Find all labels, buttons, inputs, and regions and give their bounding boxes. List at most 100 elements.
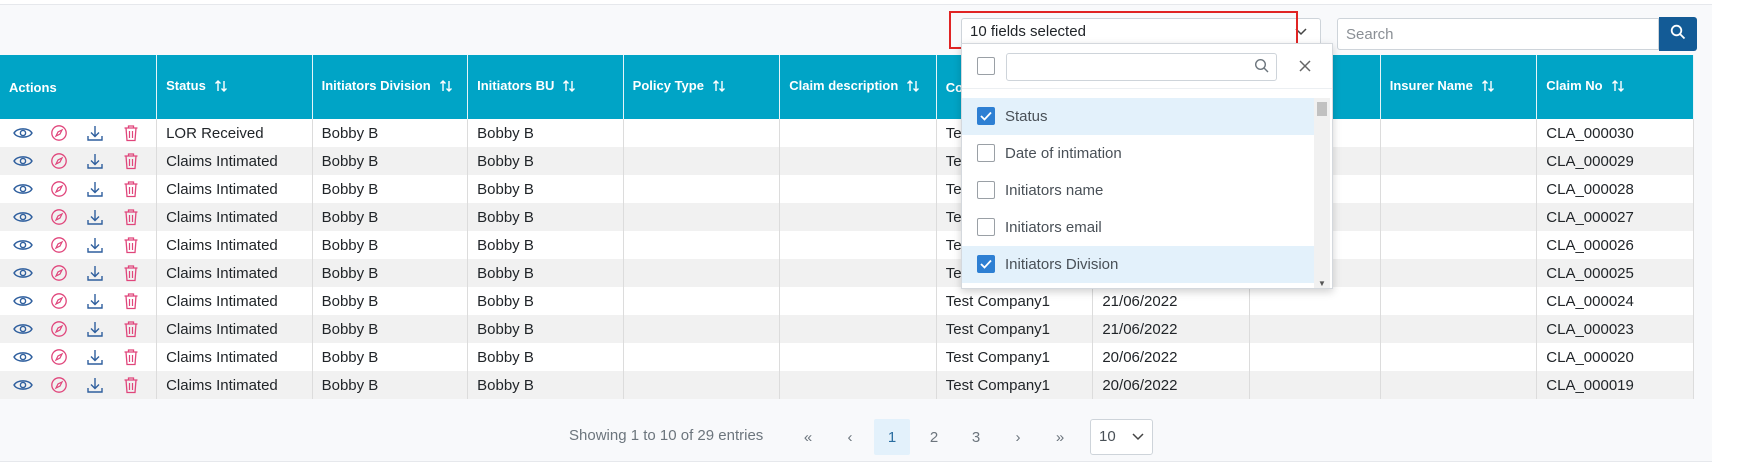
option-checkbox[interactable] (977, 255, 995, 273)
trash-icon[interactable] (120, 122, 142, 144)
sort-icon[interactable] (214, 79, 228, 96)
dropdown-option[interactable]: Initiators email (962, 209, 1314, 246)
eye-icon[interactable] (12, 122, 34, 144)
download-icon[interactable] (84, 262, 106, 284)
first-page-button[interactable]: « (790, 419, 826, 455)
table-row[interactable]: Claims IntimatedBobby BBobby BTest CCLA_… (0, 175, 1694, 203)
download-icon[interactable] (84, 150, 106, 172)
table-row[interactable]: Claims Intimated Bobby B Bobby B Test Compa… (0, 287, 1694, 315)
table-row[interactable]: Claims IntimatedBobby BBobby BTest CCLA_… (0, 259, 1694, 287)
compass-icon[interactable] (48, 262, 70, 284)
column-header[interactable]: Status (156, 55, 313, 119)
table-row[interactable]: Claims Intimated Bobby B Bobby B Test Compa… (0, 315, 1694, 343)
column-header[interactable]: Actions (0, 55, 158, 119)
last-page-button[interactable]: » (1042, 419, 1078, 455)
table-cell: Bobby B (312, 203, 469, 231)
eye-icon[interactable] (12, 346, 34, 368)
page-1-button[interactable]: 1 (874, 419, 910, 455)
download-icon[interactable] (84, 234, 106, 256)
entries-info: Showing 1 to 10 of 29 entries (569, 427, 764, 444)
sort-icon[interactable] (906, 79, 920, 96)
eye-icon[interactable] (12, 318, 34, 340)
row-actions (0, 259, 158, 287)
eye-icon[interactable] (12, 234, 34, 256)
compass-icon[interactable] (48, 290, 70, 312)
table-row[interactable]: Claims IntimatedBobby BBobby BTest CCLA_… (0, 203, 1694, 231)
download-icon[interactable] (84, 290, 106, 312)
download-icon[interactable] (84, 178, 106, 200)
compass-icon[interactable] (48, 318, 70, 340)
cell-status: Claims Intimated (166, 236, 278, 254)
column-header[interactable]: Initiators Division (312, 55, 469, 119)
select-all-checkbox[interactable] (977, 57, 995, 75)
scrollbar-thumb[interactable] (1317, 102, 1327, 116)
trash-icon[interactable] (120, 290, 142, 312)
table-cell: Claims Intimated (156, 343, 313, 371)
cell-claim_no: CLA_000027 (1546, 208, 1634, 226)
page-size-select[interactable]: 10 (1090, 419, 1153, 455)
cell-status: LOR Received (166, 124, 264, 142)
sort-icon[interactable] (439, 79, 453, 96)
cell-claim_no: CLA_000029 (1546, 152, 1634, 170)
dropdown-filter-input[interactable] (1006, 53, 1277, 81)
eye-icon[interactable] (12, 206, 34, 228)
dropdown-option[interactable]: Initiators name (962, 172, 1314, 209)
sort-icon[interactable] (1481, 79, 1495, 96)
sort-icon[interactable] (1611, 79, 1625, 96)
compass-icon[interactable] (48, 206, 70, 228)
dropdown-option[interactable]: Date of intimation (962, 135, 1314, 172)
sort-icon[interactable] (562, 79, 576, 96)
eye-icon[interactable] (12, 262, 34, 284)
eye-icon[interactable] (12, 150, 34, 172)
dropdown-option[interactable]: Status (962, 98, 1314, 135)
compass-icon[interactable] (48, 374, 70, 396)
table-row[interactable]: Claims IntimatedBobby BBobby BTest CCLA_… (0, 147, 1694, 175)
column-header[interactable]: Insurer Name (1380, 55, 1538, 119)
trash-icon[interactable] (120, 206, 142, 228)
compass-icon[interactable] (48, 150, 70, 172)
trash-icon[interactable] (120, 262, 142, 284)
download-icon[interactable] (84, 122, 106, 144)
trash-icon[interactable] (120, 150, 142, 172)
column-header[interactable]: Claim No (1536, 55, 1694, 119)
table-row[interactable]: Claims Intimated Bobby B Bobby B Test Compa… (0, 343, 1694, 371)
scroll-down-arrow-icon[interactable]: ▼ (1318, 279, 1326, 288)
search-button[interactable] (1659, 17, 1697, 51)
eye-icon[interactable] (12, 290, 34, 312)
prev-page-button[interactable]: ‹ (832, 419, 868, 455)
close-icon[interactable] (1295, 56, 1315, 76)
table-row[interactable]: Claims IntimatedBobby BBobby BTest CCLA_… (0, 231, 1694, 259)
eye-icon[interactable] (12, 374, 34, 396)
download-icon[interactable] (84, 374, 106, 396)
dropdown-scrollbar[interactable]: ▼ (1314, 98, 1330, 288)
sort-icon[interactable] (712, 79, 726, 96)
search-input[interactable] (1337, 18, 1659, 50)
download-icon[interactable] (84, 318, 106, 340)
trash-icon[interactable] (120, 234, 142, 256)
table-cell: 21/06/2022 (1092, 287, 1250, 315)
table-row[interactable]: LOR ReceivedBobby BBobby BTest CCLA_0000… (0, 119, 1694, 147)
dropdown-option[interactable]: Initiators Division (962, 246, 1314, 283)
column-header[interactable]: Initiators BU (467, 55, 624, 119)
next-page-button[interactable]: › (1000, 419, 1036, 455)
download-icon[interactable] (84, 206, 106, 228)
option-checkbox[interactable] (977, 218, 995, 236)
option-checkbox[interactable] (977, 181, 995, 199)
table-row[interactable]: Claims Intimated Bobby B Bobby B Test Compa… (0, 371, 1694, 399)
page-2-button[interactable]: 2 (916, 419, 952, 455)
option-checkbox[interactable] (977, 144, 995, 162)
trash-icon[interactable] (120, 374, 142, 396)
eye-icon[interactable] (12, 178, 34, 200)
page-3-button[interactable]: 3 (958, 419, 994, 455)
compass-icon[interactable] (48, 178, 70, 200)
trash-icon[interactable] (120, 318, 142, 340)
column-header[interactable]: Policy Type (623, 55, 781, 119)
option-checkbox[interactable] (977, 107, 995, 125)
trash-icon[interactable] (120, 346, 142, 368)
column-header[interactable]: Claim description (779, 55, 937, 119)
compass-icon[interactable] (48, 122, 70, 144)
trash-icon[interactable] (120, 178, 142, 200)
compass-icon[interactable] (48, 234, 70, 256)
download-icon[interactable] (84, 346, 106, 368)
compass-icon[interactable] (48, 346, 70, 368)
